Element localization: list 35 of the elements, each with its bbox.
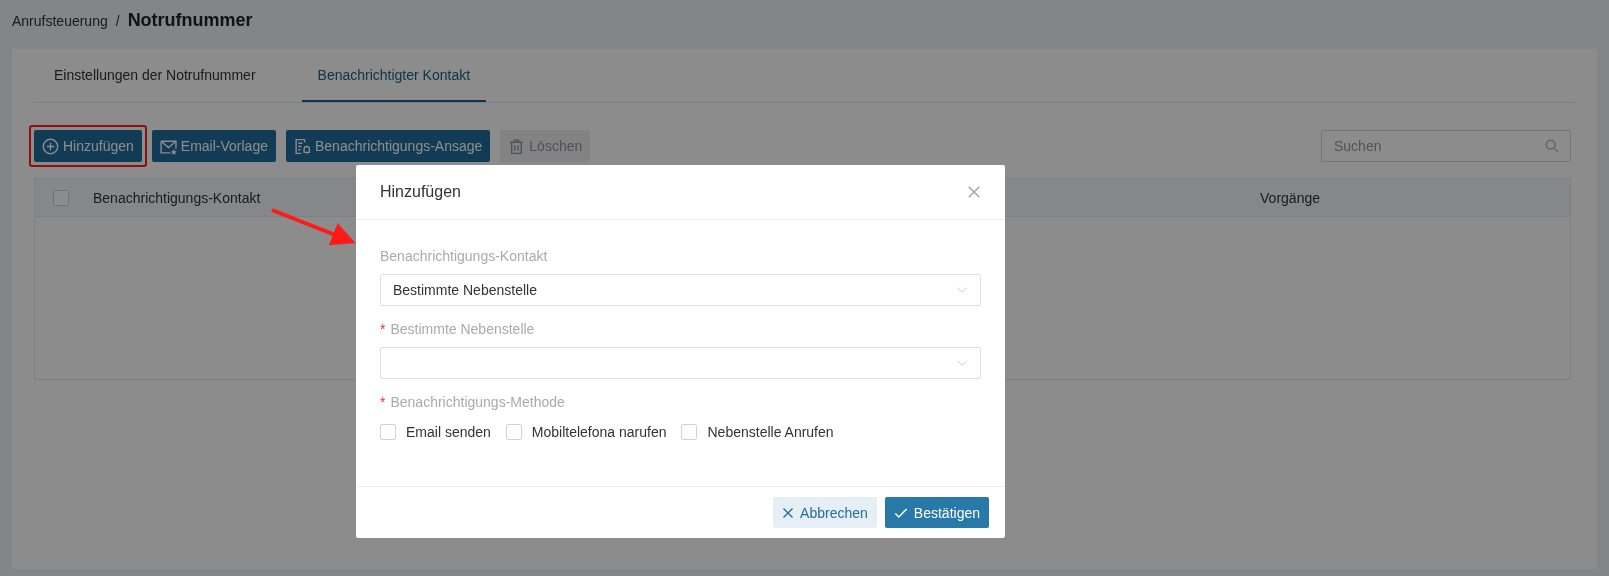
search-icon bbox=[1545, 139, 1559, 153]
breadcrumb-link[interactable]: Anrufsteuerung bbox=[12, 13, 108, 29]
document-bell-icon bbox=[294, 137, 311, 155]
toolbar-button[interactable]: Benachrichtigungs-Ansage bbox=[286, 130, 491, 162]
checkbox[interactable] bbox=[380, 424, 396, 440]
field-label: Benachrichtigungs-Methode bbox=[390, 394, 565, 410]
checkbox-label: Email senden bbox=[406, 424, 491, 440]
close-icon[interactable] bbox=[967, 185, 981, 199]
dropdown-field[interactable] bbox=[380, 347, 981, 379]
tab[interactable]: Benachrichtigter Kontakt bbox=[301, 49, 487, 102]
checkbox[interactable] bbox=[505, 424, 522, 440]
checkbox-label: Mobiltelefona narufen bbox=[531, 424, 667, 440]
required-mark: * bbox=[380, 394, 386, 410]
checkbox[interactable] bbox=[681, 424, 698, 440]
plus-circle-icon bbox=[42, 137, 59, 155]
field-label: Benachrichtigungs-Kontakt bbox=[380, 248, 548, 264]
tab[interactable]: Einstellungen der Notrufnummer bbox=[38, 49, 272, 102]
confirm-button[interactable]: Bestätigen bbox=[884, 497, 989, 528]
dropdown-field[interactable]: Bestimmte Nebenstelle bbox=[380, 274, 981, 306]
search-field[interactable]: Suchen bbox=[1321, 130, 1571, 162]
breadcrumb-separator: / bbox=[115, 13, 120, 29]
field-label: Bestimmte Nebenstelle bbox=[390, 321, 535, 337]
envelope-star-icon bbox=[159, 137, 177, 155]
dialog-title: Hinzufügen bbox=[380, 183, 461, 201]
page-title: Notrufnummer bbox=[127, 10, 253, 31]
close-icon bbox=[782, 506, 795, 519]
trash-icon bbox=[508, 137, 526, 155]
toolbar-button[interactable]: Hinzufügen bbox=[34, 130, 142, 162]
checkbox-label: Nebenstelle Anrufen bbox=[707, 424, 834, 440]
cancel-button[interactable]: Abbrechen bbox=[773, 497, 877, 528]
column-header: Benachrichtigungs-Kontakt bbox=[93, 189, 261, 206]
toolbar-button[interactable]: Email-Vorlage bbox=[151, 130, 276, 162]
required-mark: * bbox=[380, 321, 386, 337]
checkbox[interactable] bbox=[53, 189, 69, 206]
column-header: Vorgänge bbox=[1260, 189, 1320, 206]
